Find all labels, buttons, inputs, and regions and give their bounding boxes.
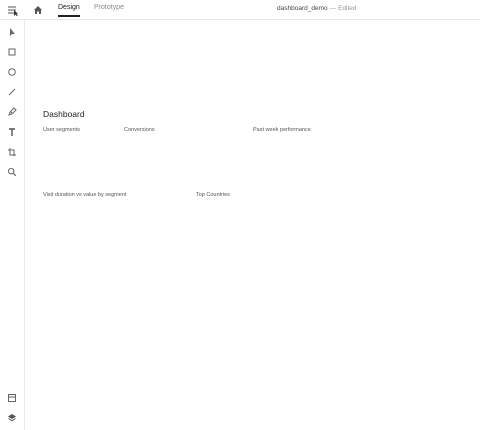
top-bar: Design Prototype dashboard_demo — Edited [0,0,480,20]
user-segments-label: User segments [43,127,80,133]
tab-prototype[interactable]: Prototype [94,4,124,11]
tools-toolbar [0,20,25,430]
pen-tool-icon[interactable] [4,104,20,120]
design-canvas[interactable] [25,20,480,430]
hamburger-menu-icon[interactable] [4,2,20,18]
artboard-title: Dashboard [43,109,85,119]
visit-duration-label: Visit duration vs value by segment [43,192,127,198]
tab-design[interactable]: Design [58,4,80,17]
title-separator: — [329,5,337,12]
line-tool-icon[interactable] [4,84,20,100]
ellipse-tool-icon[interactable] [4,64,20,80]
past-week-performance-label: Past week performance [253,127,311,133]
document-title: dashboard_demo — Edited [277,5,357,12]
select-tool-icon[interactable] [4,24,20,40]
conversions-label: Conversions [124,127,155,133]
zoom-tool-icon[interactable] [4,164,20,180]
assets-panel-icon[interactable] [4,390,20,406]
home-icon[interactable] [30,2,46,18]
document-name: dashboard_demo [277,5,328,12]
layers-panel-icon[interactable] [4,410,20,426]
rectangle-tool-icon[interactable] [4,44,20,60]
edit-status: Edited [338,5,357,12]
top-countries-label: Top Countries [196,192,230,198]
artboard-tool-icon[interactable] [4,144,20,160]
text-tool-icon[interactable] [4,124,20,140]
